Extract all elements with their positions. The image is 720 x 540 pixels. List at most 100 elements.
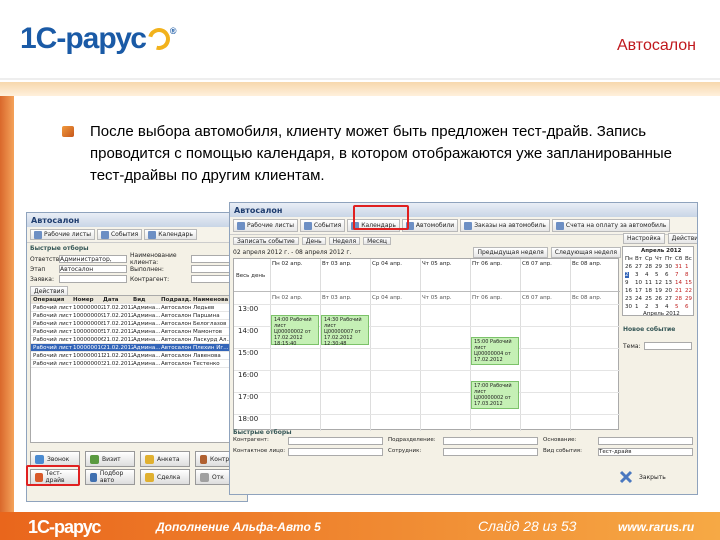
table-cell: 17.02.2012 [103,305,133,311]
footer-slide-number: Слайд 28 из 53 [478,518,577,534]
rarus-logo: 1С-рарус ® [20,22,176,55]
tab-worksheets[interactable]: Рабочие листы [233,219,298,232]
mini-day[interactable]: 27 [635,264,642,270]
filter-field[interactable] [443,437,538,445]
appointment[interactable]: 15:00 Рабочий лист Ц00000004 от 17.02.20… [471,337,519,365]
record-event-button[interactable]: Записать событие [233,237,299,245]
mini-day[interactable]: 1 [685,264,689,270]
table-row[interactable]: Рабочий лист 100000011 21.02.2012 Админа...… [31,352,243,360]
worksheets-table: Операция Номер Дата Вид Подразд. Наименова Ра… [30,295,244,443]
tab-invoices[interactable]: Счета на оплату за автомобиль [551,219,671,232]
mini-day[interactable]: 1 [635,304,639,310]
slide-title: Автосалон [616,37,696,54]
mini-day[interactable]: 5 [655,272,659,278]
mini-day[interactable]: 25 [645,296,652,302]
filter-field[interactable] [598,437,693,445]
mini-day[interactable]: 13 [665,280,672,286]
table-row[interactable]: Рабочий лист 100000005 17.02.2012 Админа...… [31,328,243,336]
tab-worksheets[interactable]: Рабочие листы [30,229,95,240]
tab-events[interactable]: События [299,219,346,232]
actions-button[interactable]: Действия [667,233,697,244]
mini-day[interactable]: 14 [675,280,682,286]
car-selection-button[interactable]: Подбор авто [85,469,135,485]
table-row[interactable]: Рабочий лист 100000002 17.02.2012 Админа...… [31,304,243,312]
appointment[interactable]: 14:30 Рабочий лист Ц00000007 от 17.02.20… [321,315,369,347]
appointment[interactable]: 14:00 Рабочий лист Ц00000002 от 17.02.20… [271,315,319,347]
mini-calendar: Апрель 2012 Пн Вт Ср Чт Пт Сб Вс 26 27 28 29 30 31 1 2 3… [622,246,694,317]
mini-day[interactable]: 16 [625,288,632,294]
prev-week-button[interactable]: Предыдущая неделя [473,246,548,258]
filter-request-field[interactable] [59,275,127,283]
table-row[interactable]: Рабочий лист 100000010 21.02.2012 Админа...… [31,344,243,352]
day-button[interactable]: День [301,237,326,245]
appointment[interactable]: 17:00 Рабочий лист Ц00000002 от 17.03.20… [471,381,519,409]
mini-day[interactable]: 23 [625,296,632,302]
mini-day[interactable]: 3 [635,272,639,278]
mini-day[interactable]: 29 [655,264,662,270]
close-icon[interactable] [618,469,634,485]
mini-day[interactable]: 2 [625,272,629,278]
mini-day[interactable]: 6 [665,272,669,278]
tab-calendar[interactable]: Календарь [144,229,197,240]
next-week-button[interactable]: Следующая неделя [550,246,621,258]
mini-day[interactable]: 18 [645,288,652,294]
mini-day[interactable]: 4 [665,304,669,310]
deal-button[interactable]: Сделка [140,469,190,485]
mini-day[interactable]: 28 [645,264,652,270]
month-button[interactable]: Месяц [363,237,391,245]
tab-label: Счета на оплату за автомобиль [565,222,667,229]
mini-day[interactable]: 11 [645,280,652,286]
time-label: 14:00 [238,327,259,335]
filter-field[interactable] [288,437,383,445]
close-button[interactable]: Закрыть [639,474,666,481]
survey-button[interactable]: Анкета [140,451,190,467]
filter-field[interactable]: Тест-драйв [598,448,693,456]
mini-day[interactable]: 24 [635,296,642,302]
mini-day[interactable]: 3 [655,304,659,310]
table-cell: Автосалон [161,313,192,319]
mini-day[interactable]: 30 [665,264,672,270]
hour-line [234,414,620,415]
mini-day[interactable]: 5 [675,304,679,310]
column-header: Дата [103,297,119,303]
tab-events[interactable]: События [96,229,143,240]
mini-day[interactable]: 15 [685,280,692,286]
column-header: Номер [73,297,94,303]
mini-day[interactable]: 22 [685,288,692,294]
visit-button[interactable]: Визит [85,451,135,467]
filter-field[interactable] [288,448,383,456]
mini-day[interactable]: 28 [675,296,682,302]
day-column-line [320,259,321,431]
mini-day[interactable]: 30 [625,304,632,310]
mini-day[interactable]: 27 [665,296,672,302]
mini-day[interactable]: 10 [635,280,642,286]
mini-day[interactable]: 9 [625,280,629,286]
filter-field[interactable] [443,448,538,456]
mini-day[interactable]: 31 [675,264,682,270]
mini-day[interactable]: 12 [655,280,662,286]
table-row[interactable]: Рабочий лист 100000006 21.02.2012 Админа...… [31,336,243,344]
table-row[interactable]: Рабочий лист 100000008 17.02.2012 Админа...… [31,320,243,328]
mini-day[interactable]: 6 [685,304,689,310]
theme-input[interactable] [643,342,692,350]
mini-day[interactable]: 17 [635,288,642,294]
table-row[interactable]: Рабочий лист 100000003 21.02.2012 Админа...… [31,360,243,368]
mini-day[interactable]: 26 [655,296,662,302]
week-button[interactable]: Неделя [328,237,361,245]
settings-button[interactable]: Настройка [623,233,665,244]
filter-stage-field[interactable]: Автосалон [59,265,127,273]
tab-cars[interactable]: Автомобили [401,219,459,232]
mini-day[interactable]: 8 [685,272,689,278]
filter-responsible-field[interactable]: Администратор, неограниченный [59,255,127,263]
mini-day[interactable]: 4 [645,272,649,278]
mini-day[interactable]: 20 [665,288,672,294]
mini-day[interactable]: 26 [625,264,632,270]
mini-day[interactable]: 29 [685,296,692,302]
mini-day[interactable]: 2 [645,304,649,310]
table-row[interactable]: Рабочий лист 100000009 17.02.2012 Админа...… [31,312,243,320]
tab-car-orders[interactable]: Заказы на автомобиль [460,219,550,232]
close-area[interactable]: Закрыть [618,469,666,485]
mini-day[interactable]: 21 [675,288,682,294]
mini-day[interactable]: 19 [655,288,662,294]
mini-day[interactable]: 7 [675,272,679,278]
